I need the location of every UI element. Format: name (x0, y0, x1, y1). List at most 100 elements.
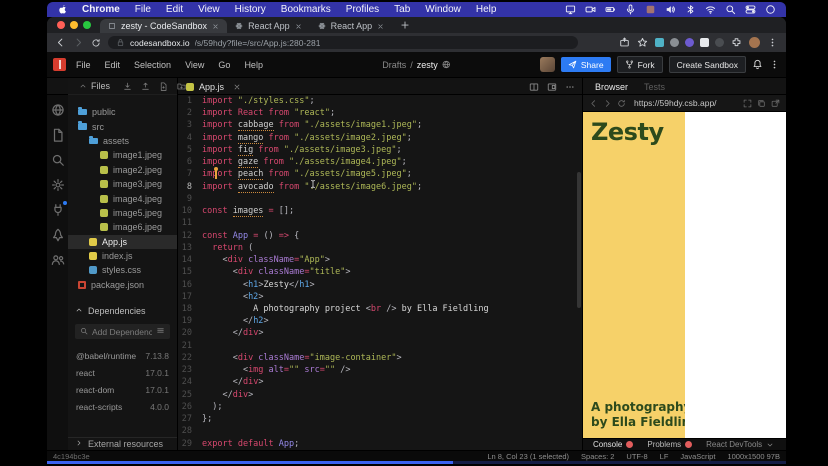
menubar-item-file[interactable]: File (135, 4, 151, 15)
volume-icon[interactable] (665, 4, 676, 15)
tab-close-icon[interactable] (377, 23, 384, 30)
browser-menu-icon[interactable] (767, 37, 778, 48)
notifications-bell-icon[interactable] (752, 59, 763, 70)
code-line[interactable]: 14 <div className="App"> (178, 254, 583, 266)
maximize-window-button[interactable] (83, 21, 91, 29)
dependency-list-icon[interactable] (156, 326, 165, 337)
tree-item-package.json[interactable]: package.json (68, 278, 177, 292)
back-icon[interactable] (55, 37, 66, 48)
menubar-item-history[interactable]: History (235, 4, 266, 15)
extension-gray[interactable] (670, 38, 679, 47)
csb-menu-help[interactable]: Help (244, 60, 263, 70)
preview-url[interactable]: https://59hdy.csb.app/ (634, 98, 738, 108)
collaborators-icon[interactable] (51, 253, 65, 267)
code-line[interactable]: 7 import peach from "./assets/image5.jpeg… (178, 168, 583, 181)
code-line[interactable]: 18 A photography project <br /> by Ella … (178, 303, 583, 315)
header-menu-icon[interactable] (769, 59, 780, 70)
dependency-@babel/runtime[interactable]: @babel/runtime 7.13.8 (68, 347, 177, 364)
camera-icon[interactable] (585, 4, 596, 15)
menubar-item-tab[interactable]: Tab (394, 4, 410, 15)
tree-item-image5.jpeg[interactable]: image5.jpeg (68, 206, 177, 220)
menubar-item-profiles[interactable]: Profiles (346, 4, 379, 15)
extension-white[interactable] (700, 38, 709, 47)
code-line[interactable]: 10 const images = []; (178, 205, 583, 218)
code-line[interactable]: 28 (178, 425, 583, 437)
split-view-icon[interactable] (529, 82, 539, 92)
editor-tab-appjs[interactable]: App.js (186, 82, 241, 92)
tree-item-assets[interactable]: assets (68, 134, 177, 148)
preview-back-icon[interactable] (589, 99, 598, 108)
editor-more-icon[interactable] (565, 82, 575, 92)
code-line[interactable]: 23 <img alt="" src="" /> (178, 364, 583, 376)
upload-icon[interactable] (141, 82, 150, 91)
tree-item-image3.jpeg[interactable]: image3.jpeg (68, 177, 177, 191)
tree-item-image2.jpeg[interactable]: image2.jpeg (68, 163, 177, 177)
code-line[interactable]: 16 <h1>Zesty</h1> (178, 279, 583, 291)
minimize-window-button[interactable] (70, 21, 78, 29)
address-bar[interactable]: codesandbox.io/s/59hdy?file=/src/App.js:… (108, 36, 578, 49)
privacy-globe-icon[interactable] (442, 60, 451, 69)
code-line[interactable]: 9 (178, 193, 583, 205)
menubar-item-bookmarks[interactable]: Bookmarks (281, 4, 331, 15)
apple-menu-icon[interactable] (57, 4, 68, 15)
devtools-tab-problems[interactable]: Problems (647, 440, 693, 449)
menubar-app-name[interactable]: Chrome (82, 4, 120, 15)
csb-menu-selection[interactable]: Selection (134, 60, 171, 70)
code-line[interactable]: 6 import gaze from "./assets/image4.jpeg"… (178, 156, 583, 169)
preview-reload-icon[interactable] (617, 99, 626, 108)
external-resources-header[interactable]: External resources (68, 437, 177, 450)
code-line[interactable]: 22 <div className="image-container"> (178, 352, 583, 364)
send-to-device-icon[interactable] (619, 37, 630, 48)
code-line[interactable]: 26 ); (178, 401, 583, 413)
code-line[interactable]: 17 <h2> (178, 291, 583, 303)
dependencies-header[interactable]: Dependencies (68, 306, 177, 316)
browser-tab-2[interactable]: React App (227, 19, 310, 33)
code-line[interactable]: 5 import fig from "./assets/image3.jpeg"; (178, 144, 583, 156)
mic-icon[interactable] (625, 4, 636, 15)
breadcrumb-folder[interactable]: Drafts (382, 60, 406, 70)
close-tab-icon[interactable] (233, 83, 241, 91)
display-icon[interactable] (565, 4, 576, 15)
dependency-react-scripts[interactable]: react-scripts 4.0.0 (68, 399, 177, 416)
add-dependency-input[interactable]: Add Dependenc (75, 324, 170, 340)
reload-icon[interactable] (91, 38, 101, 48)
bookmark-star-icon[interactable] (637, 37, 648, 48)
video-progress-bar[interactable] (47, 461, 786, 464)
code-line[interactable]: 2 import React from "react"; (178, 107, 583, 119)
tab-close-icon[interactable] (295, 23, 302, 30)
extension-teal[interactable] (655, 38, 664, 47)
browser-tab-1[interactable]: zesty - CodeSandbox (100, 19, 228, 33)
code-line[interactable]: 1 import "./styles.css"; (178, 95, 583, 107)
code-editor[interactable]: 1 import "./styles.css"; 2 import React fro… (178, 95, 583, 450)
preview-tab-tests[interactable]: Tests (644, 82, 665, 92)
code-line[interactable]: 27}; (178, 413, 583, 425)
editor-scrollbar[interactable] (577, 172, 581, 308)
preview-forward-icon[interactable] (603, 99, 612, 108)
tree-item-public[interactable]: public (68, 105, 177, 119)
code-line[interactable]: 20 </div> (178, 327, 583, 339)
extension-dim[interactable] (715, 38, 724, 47)
open-preview-icon[interactable] (547, 82, 557, 92)
extension-purple[interactable] (685, 38, 694, 47)
project-icon[interactable] (51, 103, 65, 117)
files-collapse-icon[interactable] (79, 82, 87, 90)
share-button[interactable]: Share (560, 57, 611, 72)
settings-icon[interactable] (51, 178, 65, 192)
copy-preview-icon[interactable] (757, 99, 766, 108)
tree-item-image1.jpeg[interactable]: image1.jpeg (68, 148, 177, 162)
breadcrumb-sandbox-name[interactable]: zesty (417, 60, 438, 70)
code-line[interactable]: 19 </h2> (178, 315, 583, 327)
new-file-icon[interactable] (159, 81, 168, 91)
code-line[interactable]: 8 import avocado from "./assets/image6.jp… (178, 181, 583, 193)
wifi-icon[interactable] (705, 4, 716, 15)
deployment-icon[interactable] (51, 228, 65, 242)
csb-menu-view[interactable]: View (185, 60, 204, 70)
extensions-puzzle-icon[interactable] (731, 37, 742, 48)
csb-menu-file[interactable]: File (76, 60, 91, 70)
code-line[interactable]: 21 (178, 340, 583, 352)
user-avatar[interactable] (539, 57, 555, 72)
control-center-icon[interactable] (745, 4, 756, 15)
explorer-icon[interactable] (51, 128, 65, 142)
battery-icon[interactable] (605, 4, 616, 15)
responsive-mode-icon[interactable] (743, 99, 752, 108)
